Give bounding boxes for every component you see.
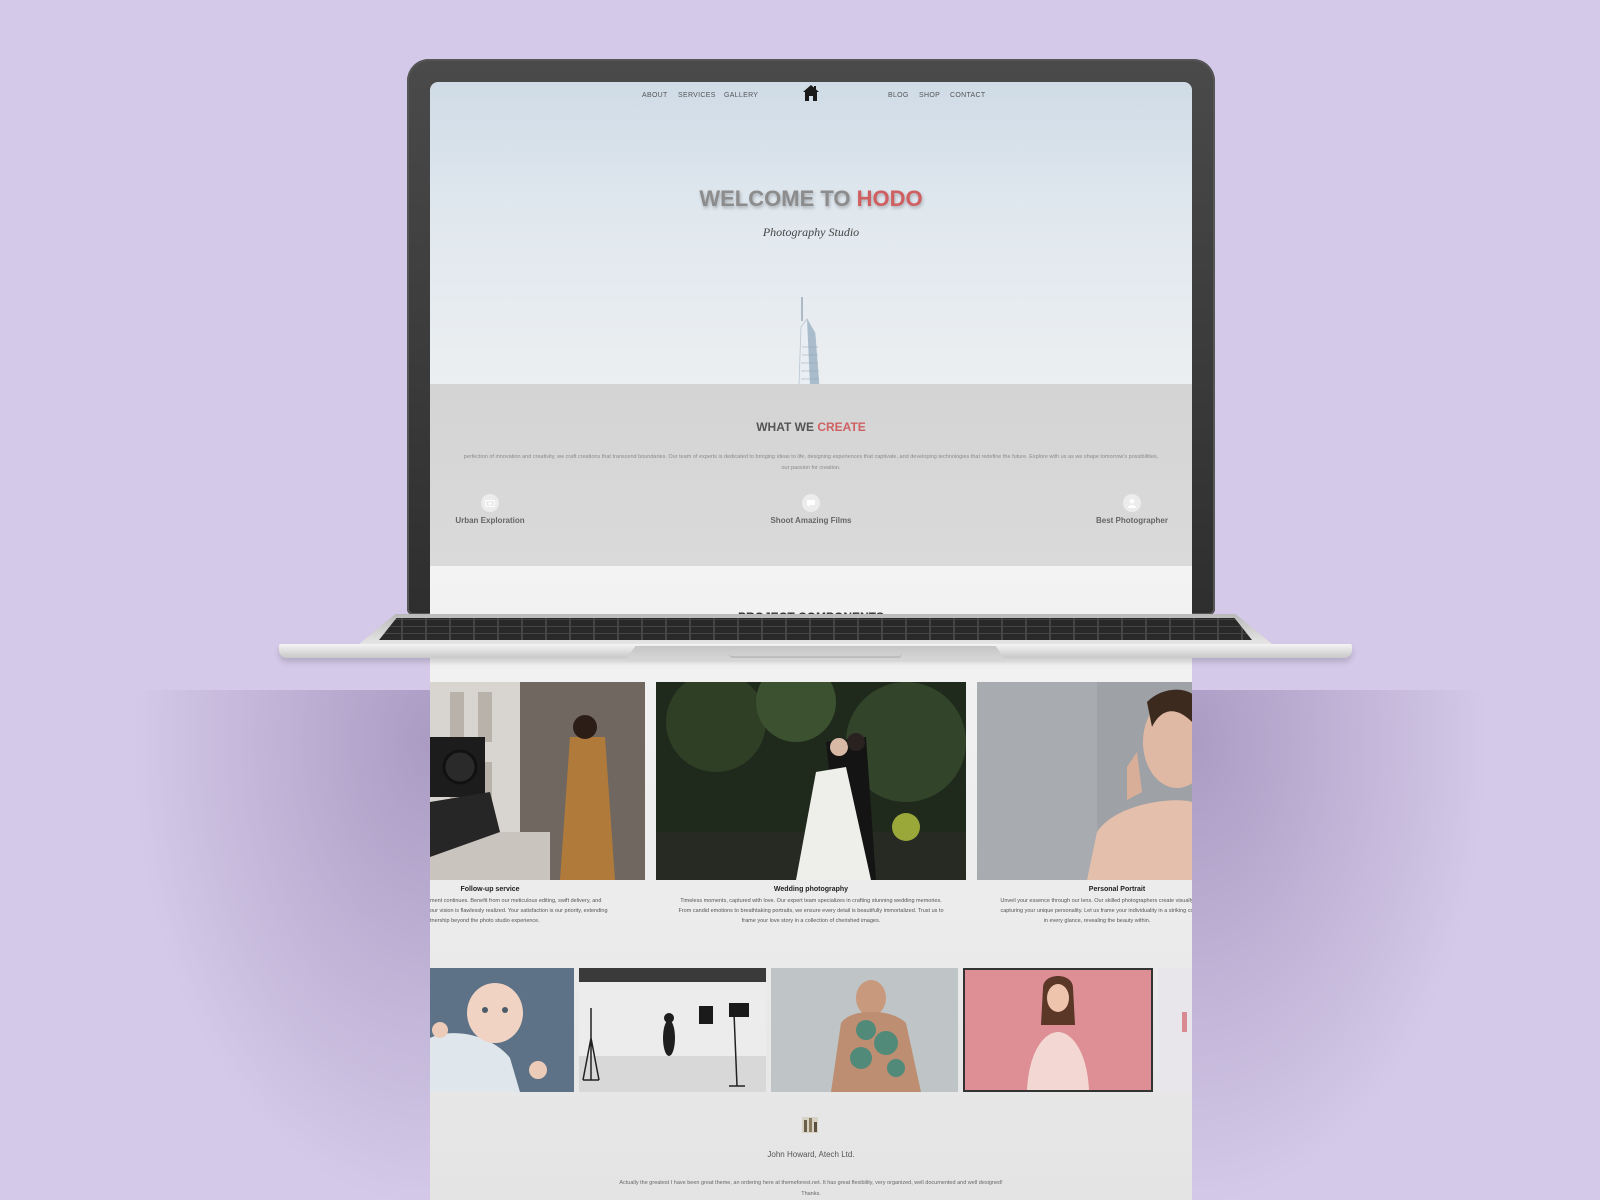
feature-urban-exploration[interactable]: Urban Exploration: [430, 494, 550, 525]
card-image-wedding[interactable]: [656, 682, 966, 880]
testimonial-text-line: Thanks.: [801, 1191, 821, 1197]
card-desc-line: tnership beyond the photo studio experie…: [430, 918, 540, 924]
create-title-prefix: WHAT WE: [756, 420, 818, 434]
user-icon: [1123, 494, 1141, 512]
thumb-studio[interactable]: [579, 968, 766, 1092]
feature-shoot-amazing-films[interactable]: Shoot Amazing Films: [751, 494, 871, 525]
card-title-wedding: Wedding photography: [773, 886, 849, 893]
nav-about[interactable]: ABOUT: [642, 92, 668, 99]
projects-gallery: Follow-up service ment continues. Benefi…: [430, 682, 1192, 1200]
chat-icon: [802, 494, 820, 512]
card-desc-follow-up: ment continues. Benefit from our meticul…: [430, 896, 635, 926]
testimonial-text: Actually the greatest I have been great …: [430, 1178, 1192, 1200]
card-desc-wedding: Timeless moments, captured with love. Ou…: [636, 896, 986, 926]
hero-subtitle: Photography Studio: [762, 225, 860, 239]
laptop-base: [279, 614, 1352, 682]
thumb-partial[interactable]: [1158, 968, 1192, 1092]
card-title-portrait: Personal Portrait: [1088, 886, 1146, 893]
nav-services[interactable]: SERVICES: [678, 92, 716, 99]
card-desc-line: our vision is flawlessly realized. Your …: [430, 908, 608, 914]
what-we-create-section: WHAT WE CREATE perfection of innovation …: [430, 384, 1192, 566]
card-desc-line: Unveil your essence through our lens. Ou…: [1000, 898, 1192, 904]
hero-title: WELCOME TO HODO: [430, 186, 1192, 212]
nav-blog[interactable]: BLOG: [888, 92, 909, 99]
card-desc-portrait: Unveil your essence through our lens. Ou…: [987, 896, 1192, 926]
create-description: perfection of innovation and creativity,…: [430, 452, 1192, 474]
nav-contact[interactable]: CONTACT: [950, 92, 985, 99]
card-image-portrait[interactable]: [977, 682, 1192, 880]
card-title-follow-up: Follow-up service: [460, 886, 520, 893]
card-desc-line: capturing your unique personality. Let u…: [1000, 908, 1192, 914]
hero-title-prefix: WELCOME TO: [699, 186, 857, 211]
feature-label: Best Photographer: [1095, 516, 1168, 525]
create-description-line-2: our passion for creation.: [781, 465, 841, 471]
card-desc-line: From candid emotions to breathtaking por…: [678, 908, 944, 914]
card-desc-line: Timeless moments, captured with love. Ou…: [680, 898, 942, 904]
feature-label: Urban Exploration: [455, 516, 525, 525]
thumb-baby[interactable]: [430, 968, 574, 1092]
nav-gallery[interactable]: GALLERY: [724, 92, 758, 99]
testimonial-text-line: Actually the greatest I have been great …: [619, 1180, 1003, 1186]
keyboard: [379, 618, 1252, 640]
card-desc-line: frame your love story in a collection of…: [741, 918, 881, 924]
lid-notch: [729, 654, 902, 658]
create-title-accent: CREATE: [817, 420, 866, 434]
create-title: WHAT WE CREATE: [430, 420, 1192, 434]
card-desc-line: in every glance, revealing the beauty wi…: [1043, 918, 1151, 924]
background-shadow-left: [130, 690, 430, 1200]
client-logo-icon: [802, 1117, 818, 1133]
hero-section: ABOUT SERVICES GALLERY BLOG SHOP CONTACT…: [430, 82, 1192, 385]
home-icon[interactable]: [802, 84, 820, 102]
camera-icon: [481, 494, 499, 512]
thumb-tattoo[interactable]: [771, 968, 958, 1092]
skyscraper-image: [798, 297, 820, 385]
feature-best-photographer[interactable]: Best Photographer: [1072, 494, 1192, 525]
thumb-woman-pink[interactable]: [963, 968, 1153, 1092]
card-desc-line: ment continues. Benefit from our meticul…: [430, 898, 602, 904]
feature-label: Shoot Amazing Films: [770, 516, 852, 525]
nav-shop[interactable]: SHOP: [919, 92, 940, 99]
hero-title-accent: HODO: [856, 186, 923, 211]
background-shadow-right: [1190, 690, 1490, 1200]
card-image-follow-up[interactable]: [430, 682, 645, 880]
testimonial-author: John Howard, Atech Ltd.: [767, 1150, 855, 1159]
create-description-line-1: perfection of innovation and creativity,…: [463, 454, 1159, 460]
